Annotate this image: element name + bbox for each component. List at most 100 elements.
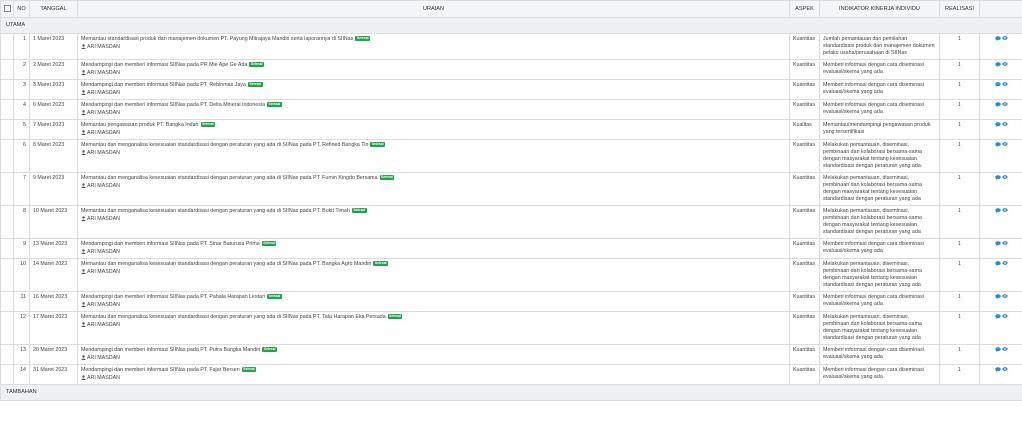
eye-icon[interactable] [1001, 82, 1008, 87]
comment-icon[interactable] [994, 36, 1001, 41]
row-checkbox-cell [0, 344, 14, 365]
eye-icon[interactable] [1001, 314, 1008, 319]
row-actions [979, 172, 1022, 206]
header-no: NO [13, 0, 30, 18]
row-uraian-cell: Mendampingi dan memberi informasi SIINas… [77, 291, 790, 312]
row-realisasi: 1 [939, 344, 980, 365]
comment-icon[interactable] [994, 241, 1001, 246]
row-aspek: Kualitas [789, 119, 820, 140]
row-tanggal: 20 Maret 2023 [29, 344, 78, 365]
section-tambahan-label: TAMBAHAN [0, 384, 1022, 401]
eye-icon[interactable] [1001, 175, 1008, 180]
table-row: 8 10 Maret 2023 Memantau dan menganalisa k… [0, 205, 1022, 239]
row-user: ARI MASDAN [81, 249, 786, 256]
status-badge: Selesai [351, 208, 367, 213]
row-actions [979, 258, 1022, 292]
row-checkbox-cell [0, 79, 14, 100]
table-row: 22 Maret 2023 Mendampingi dan memberi inf… [0, 59, 1022, 80]
user-icon [81, 110, 86, 115]
comment-icon[interactable] [994, 122, 1001, 127]
header-realisasi: REALISASI [939, 0, 980, 18]
comment-icon[interactable] [994, 142, 1001, 147]
row-aspek: Kuantitas [789, 258, 820, 292]
row-user: ARI MASDAN [81, 90, 786, 97]
row-user: ARI MASDAN [81, 183, 786, 190]
row-uraian: Mendampingi dan memberi informasi SIINas… [81, 294, 266, 300]
eye-icon[interactable] [1001, 241, 1008, 246]
eye-icon[interactable] [1001, 367, 1008, 372]
row-indikator: Memberi informasi dengan cara diseminasi… [819, 344, 940, 365]
header-tanggal: TANGGAL [29, 0, 78, 18]
eye-icon[interactable] [1001, 36, 1008, 41]
row-uraian-cell: Memantau pengawasan produk PT. Bangka In… [77, 119, 790, 140]
row-no: 8 [13, 205, 30, 239]
row-tanggal: 13 Maret 2023 [29, 238, 78, 259]
row-tanggal: 7 Maret 2023 [29, 119, 78, 140]
eye-icon[interactable] [1001, 102, 1008, 107]
eye-icon[interactable] [1001, 208, 1008, 213]
row-aspek: Kuantitas [789, 238, 820, 259]
eye-icon[interactable] [1001, 347, 1008, 352]
row-indikator: Jumlah pemantauan dan pemilahan standard… [819, 33, 940, 60]
eye-icon[interactable] [1001, 142, 1008, 147]
user-icon [81, 375, 86, 380]
header-actions [979, 0, 1022, 18]
status-badge: Selesai [261, 241, 277, 246]
row-no: 10 [13, 258, 30, 292]
eye-icon[interactable] [1001, 294, 1008, 299]
user-icon [81, 183, 86, 188]
row-uraian: Memantau dan menganalisa kesesuaian stan… [81, 142, 369, 148]
comment-icon[interactable] [994, 175, 1001, 180]
status-badge: Selesai [355, 36, 371, 41]
table-row: 13 20 Maret 2023 Mendampingi dan memberi i… [0, 344, 1022, 365]
row-checkbox-cell [0, 59, 14, 80]
row-checkbox-cell [0, 291, 14, 312]
row-aspek: Kuantitas [789, 79, 820, 100]
row-uraian: Memantau standardisasi produk dan manaje… [81, 36, 354, 42]
row-uraian: Memantau dan menganalisa kesesuaian stan… [81, 314, 386, 320]
status-badge: Selesai [387, 314, 403, 319]
row-uraian-cell: Memantau dan menganalisa kesesuaian stan… [77, 172, 790, 206]
eye-icon[interactable] [1001, 122, 1008, 127]
comment-icon[interactable] [994, 208, 1001, 213]
comment-icon[interactable] [994, 102, 1001, 107]
comment-icon[interactable] [994, 82, 1001, 87]
row-indikator: Memberi informasi dengan cara diseminasi… [819, 238, 940, 259]
comment-icon[interactable] [994, 367, 1001, 372]
row-no: 7 [13, 172, 30, 206]
eye-icon[interactable] [1001, 261, 1008, 266]
row-uraian-cell: Memantau standardisasi produk dan manaje… [77, 33, 790, 60]
row-checkbox-cell [0, 139, 14, 173]
table-row: 33 Maret 2023 Mendampingi dan memberi inf… [0, 79, 1022, 100]
eye-icon[interactable] [1001, 62, 1008, 67]
select-all-checkbox[interactable] [4, 5, 11, 12]
table-header: NO TANGGAL URAIAN ASPEK INDIKATOR KINERJ… [0, 0, 1022, 18]
row-user-name: ARI MASDAN [87, 216, 120, 222]
row-uraian-cell: Mendampingi dan memberi informasi SIINas… [77, 79, 790, 100]
row-indikator: Memberi informasi dengan cara diseminasi… [819, 79, 940, 100]
row-actions [979, 33, 1022, 60]
row-user-name: ARI MASDAN [87, 302, 120, 308]
comment-icon[interactable] [994, 347, 1001, 352]
comment-icon[interactable] [994, 62, 1001, 67]
row-user-name: ARI MASDAN [87, 269, 120, 275]
row-indikator: Memberi informasi dengan cara diseminasi… [819, 99, 940, 120]
row-realisasi: 1 [939, 238, 980, 259]
row-realisasi: 1 [939, 364, 980, 385]
header-indikator: INDIKATOR KINERJA INDIVIDU [819, 0, 940, 18]
row-tanggal: 16 Maret 2023 [29, 291, 78, 312]
select-all-header[interactable] [0, 0, 14, 18]
row-uraian: Mendampingi dan memberi informasi SIINas… [81, 347, 261, 353]
row-uraian-cell: Memantau dan menganalisa kesesuaian stan… [77, 205, 790, 239]
table-row: 79 Maret 2023 Memantau dan menganalisa ke… [0, 172, 1022, 206]
status-badge: Selesai [379, 175, 395, 180]
row-actions [979, 311, 1022, 345]
table-row: 68 Maret 2023 Memantau dan menganalisa ke… [0, 139, 1022, 173]
comment-icon[interactable] [994, 314, 1001, 319]
comment-icon[interactable] [994, 261, 1001, 266]
comment-icon[interactable] [994, 294, 1001, 299]
row-user: ARI MASDAN [81, 44, 786, 51]
row-user: ARI MASDAN [81, 150, 786, 157]
row-indikator: Memberi informasi dengan cara diseminasi… [819, 291, 940, 312]
row-no: 11 [13, 291, 30, 312]
